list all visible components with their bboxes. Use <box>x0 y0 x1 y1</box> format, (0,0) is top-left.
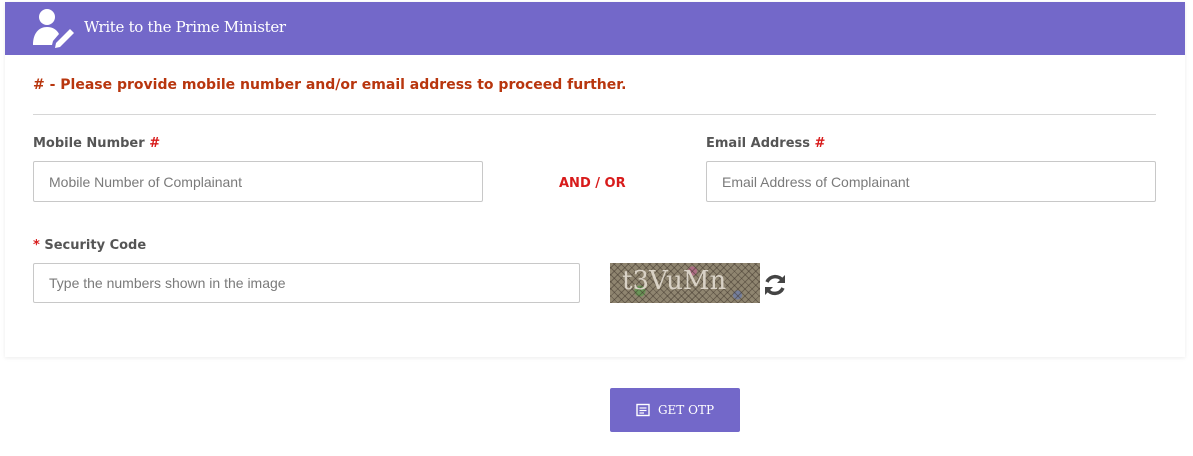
email-address-input[interactable] <box>706 161 1156 202</box>
user-edit-icon <box>32 8 76 48</box>
security-label-text: Security Code <box>44 238 147 253</box>
security-code-input[interactable] <box>33 263 580 303</box>
get-otp-label: GET OTP <box>657 403 715 417</box>
panel-header: Write to the Prime Minister <box>5 2 1185 55</box>
captcha-image: t3VuMn <box>610 263 760 303</box>
mobile-label: Mobile Number # <box>33 136 160 151</box>
notice-text: # - Please provide mobile number and/or … <box>33 77 627 93</box>
email-label-text: Email Address <box>706 136 811 151</box>
email-required-mark: # <box>814 136 826 151</box>
security-code-label: * Security Code <box>33 238 146 253</box>
divider <box>33 114 1156 115</box>
list-icon <box>636 403 650 417</box>
complaint-form-panel: Write to the Prime Minister # - Please p… <box>5 2 1185 357</box>
email-label: Email Address # <box>706 136 825 151</box>
security-required-mark: * <box>33 238 40 253</box>
captcha-text: t3VuMn <box>622 266 727 296</box>
and-or-separator: AND / OR <box>559 176 626 191</box>
refresh-icon[interactable] <box>762 272 788 298</box>
get-otp-button[interactable]: GET OTP <box>610 388 740 432</box>
mobile-label-text: Mobile Number <box>33 136 145 151</box>
mobile-number-input[interactable] <box>33 161 483 202</box>
mobile-required-mark: # <box>149 136 161 151</box>
panel-title: Write to the Prime Minister <box>84 18 286 36</box>
